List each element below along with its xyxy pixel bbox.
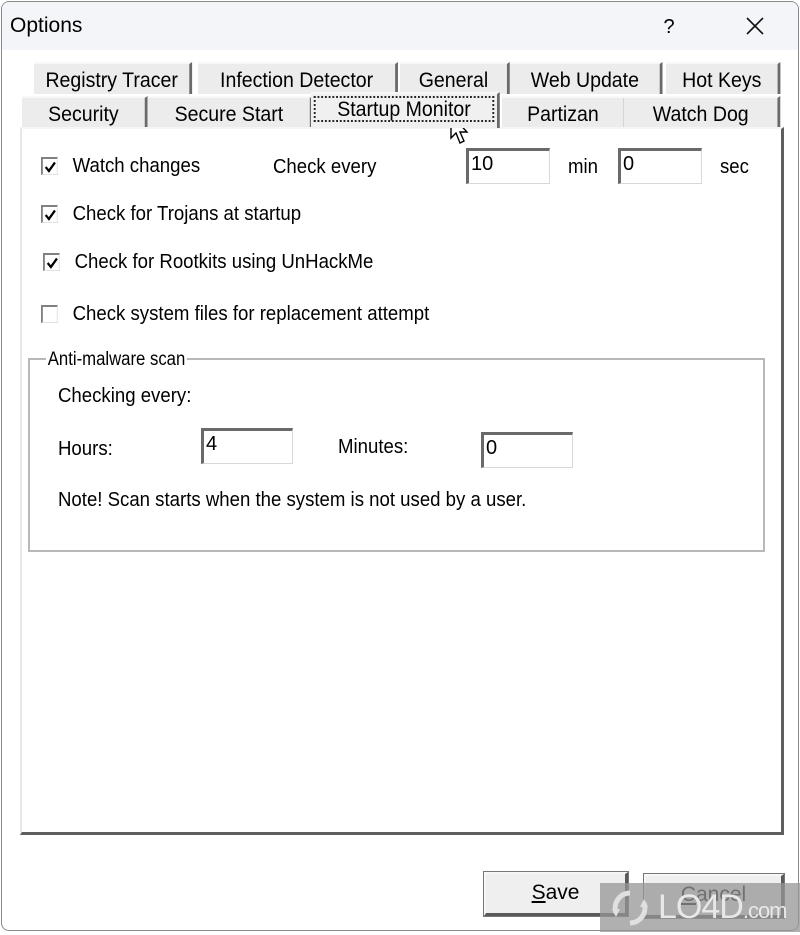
- close-icon: [746, 17, 764, 35]
- system-files-label: Check system files for replacement attem…: [72, 303, 430, 325]
- focus-rect: [313, 96, 495, 122]
- sec-label: sec: [720, 156, 749, 178]
- tab-security[interactable]: Security: [22, 96, 148, 128]
- rootkits-label: Check for Rootkits using UnHackMe: [74, 251, 374, 273]
- min-label: min: [568, 156, 598, 178]
- tab-web-update[interactable]: Web Update: [510, 62, 663, 94]
- scan-note: Note! Scan starts when the system is not…: [58, 489, 527, 511]
- minutes-input[interactable]: 0: [481, 432, 573, 468]
- lo4d-logo-icon: [612, 890, 648, 926]
- antimalware-group-title: Anti-malware scan: [46, 349, 188, 371]
- checkbox-box: [43, 253, 60, 271]
- title-bar: Options ?: [2, 2, 798, 50]
- watermark-text: LO4D: [658, 888, 744, 926]
- lo4d-watermark: LO4D.com: [600, 883, 800, 932]
- checkbox-box: [41, 305, 58, 323]
- tab-hot-keys[interactable]: Hot Keys: [666, 62, 781, 94]
- tab-registry-tracer[interactable]: Registry Tracer: [34, 62, 193, 94]
- watermark-suffix: .com: [742, 898, 788, 923]
- tab-secure-start[interactable]: Secure Start: [148, 96, 313, 128]
- watch-changes-label: Watch changes: [72, 155, 201, 177]
- check-every-sec-input[interactable]: 0: [618, 148, 702, 184]
- trojans-label: Check for Trojans at startup: [72, 203, 302, 225]
- checkmark-icon: [46, 257, 58, 269]
- minutes-label: Minutes:: [338, 436, 409, 458]
- checking-every-label: Checking every:: [58, 385, 192, 407]
- tab-partizan[interactable]: Partizan: [502, 96, 627, 128]
- checkmark-icon: [44, 161, 56, 173]
- checkbox-box: [41, 157, 58, 175]
- window-title: Options: [10, 14, 83, 37]
- save-label: ave: [545, 881, 580, 904]
- hours-input[interactable]: 4: [201, 428, 293, 464]
- help-button[interactable]: ?: [652, 2, 686, 50]
- tab-startup-monitor[interactable]: Startup Monitor: [311, 92, 500, 128]
- hours-label: Hours:: [58, 438, 113, 460]
- tab-watch-dog[interactable]: Watch Dog: [624, 96, 781, 128]
- checkbox-box: [41, 205, 58, 223]
- tab-infection-detector[interactable]: Infection Detector: [198, 62, 398, 94]
- check-every-min-input[interactable]: 10: [466, 148, 550, 184]
- close-button[interactable]: [732, 2, 778, 50]
- check-every-label: Check every: [273, 156, 377, 178]
- save-accel: S: [531, 881, 546, 904]
- checkmark-icon: [44, 209, 56, 221]
- tab-general[interactable]: General: [400, 62, 510, 94]
